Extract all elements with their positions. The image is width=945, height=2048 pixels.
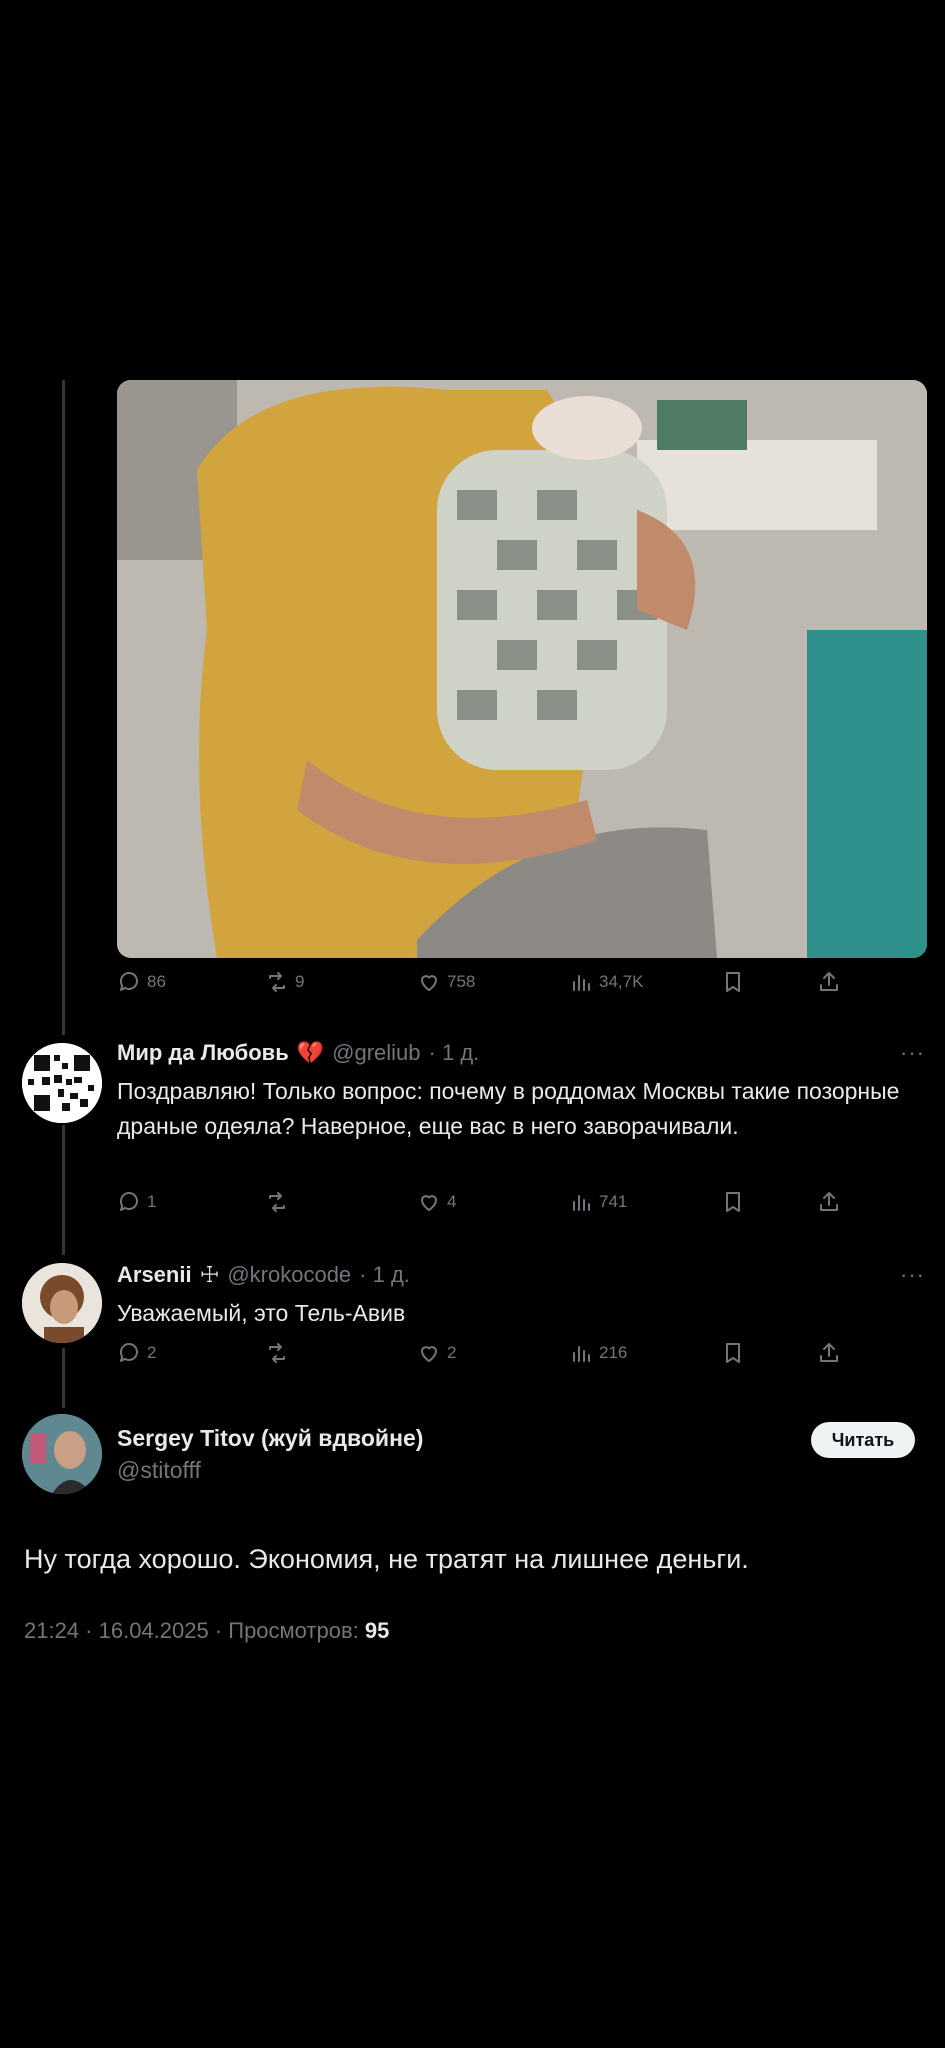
views-button[interactable]: 216 <box>569 1341 627 1365</box>
reply-text: Поздравляю! Только вопрос: почему в родд… <box>117 1078 900 1139</box>
reply-icon <box>119 1192 138 1211</box>
timestamp-and-views-label[interactable]: 21:24 · 16.04.2025 · Просмотров: <box>24 1618 365 1643</box>
cross-badge: ☩ <box>199 1262 220 1287</box>
bar-chart-icon <box>573 1346 590 1362</box>
author-handle[interactable]: @krokocode <box>227 1262 351 1288</box>
author-handle[interactable]: @greliub <box>332 1040 420 1066</box>
heart-icon <box>421 1346 437 1362</box>
thread-line <box>62 1348 65 1408</box>
tweet-text: Ну тогда хорошо. Экономия, не тратят на … <box>24 1544 749 1574</box>
timestamp[interactable]: · 1 д. <box>429 1040 480 1066</box>
views-button[interactable]: 34,7K <box>569 970 643 994</box>
like-button[interactable]: 4 <box>417 1190 456 1214</box>
tweet-action-bar: 1 4 741 <box>117 1190 857 1220</box>
bookmark-icon <box>726 1192 740 1212</box>
qr-code-icon <box>22 1043 102 1123</box>
bar-chart-icon <box>573 1195 590 1211</box>
author-name[interactable]: Sergey Titov (жуй вдвойне) <box>117 1425 423 1452</box>
share-button[interactable] <box>817 1341 841 1365</box>
share-icon <box>820 972 838 991</box>
reply-header: Мир да Любовь 💔 @greliub · 1 д. <box>117 1040 479 1066</box>
share-icon <box>820 1343 838 1362</box>
views-button[interactable]: 741 <box>569 1190 627 1214</box>
follow-button[interactable]: Читать <box>811 1422 915 1458</box>
more-options-icon[interactable]: ··· <box>900 1262 925 1288</box>
reply-icon <box>119 1343 138 1362</box>
reply-button[interactable]: 1 <box>117 1190 156 1214</box>
person-avatar-icon <box>22 1263 102 1343</box>
like-button[interactable]: 2 <box>417 1341 456 1365</box>
avatar-sergey[interactable] <box>22 1414 102 1494</box>
broken-heart-emoji: 💔 <box>296 1040 325 1065</box>
views-count: 95 <box>364 1618 390 1643</box>
bookmark-button[interactable] <box>721 970 745 994</box>
reply-text: Уважаемый, это Тель-Авив <box>117 1300 406 1326</box>
repost-button[interactable]: 9 <box>265 970 304 994</box>
thread-line <box>62 1125 65 1255</box>
avatar-qr[interactable] <box>22 1043 102 1123</box>
avatar-arsenii[interactable] <box>22 1263 102 1343</box>
reply-button[interactable]: 86 <box>117 970 166 994</box>
photo-of-man-holding-newborn-icon <box>117 380 927 958</box>
reply-button[interactable]: 2 <box>117 1341 156 1365</box>
tweet-meta: 21:24 · 16.04.2025 · Просмотров: 95 <box>24 1618 389 1644</box>
bookmark-button[interactable] <box>721 1341 745 1365</box>
tweet-photo[interactable] <box>117 380 927 958</box>
repost-button[interactable] <box>265 1341 295 1365</box>
share-button[interactable] <box>817 970 841 994</box>
tweet-action-bar: 2 2 216 <box>117 1341 857 1371</box>
reply-icon <box>119 972 138 991</box>
heart-icon <box>421 1195 437 1211</box>
timestamp[interactable]: · 1 д. <box>359 1262 410 1288</box>
repost-icon <box>269 1192 285 1212</box>
repost-button[interactable] <box>265 1190 295 1214</box>
author-handle[interactable]: @stitofff <box>117 1457 201 1484</box>
tweet-action-bar: 86 9 758 34,7K <box>117 970 857 1000</box>
bookmark-icon <box>726 972 740 992</box>
bookmark-icon <box>726 1343 740 1363</box>
heart-icon <box>421 975 437 991</box>
author-name[interactable]: Мир да Любовь <box>117 1040 289 1066</box>
reply-header: Arsenii ☩ @krokocode · 1 д. <box>117 1262 410 1288</box>
like-button[interactable]: 758 <box>417 970 475 994</box>
more-options-icon[interactable]: ··· <box>900 1040 925 1066</box>
bookmark-button[interactable] <box>721 1190 745 1214</box>
bar-chart-icon <box>573 975 590 991</box>
share-button[interactable] <box>817 1190 841 1214</box>
thread-line <box>62 380 65 1035</box>
repost-icon <box>269 1343 285 1363</box>
author-name[interactable]: Arsenii <box>117 1262 192 1288</box>
share-icon <box>820 1192 838 1211</box>
person-avatar-icon <box>22 1414 102 1494</box>
repost-icon <box>269 972 285 992</box>
